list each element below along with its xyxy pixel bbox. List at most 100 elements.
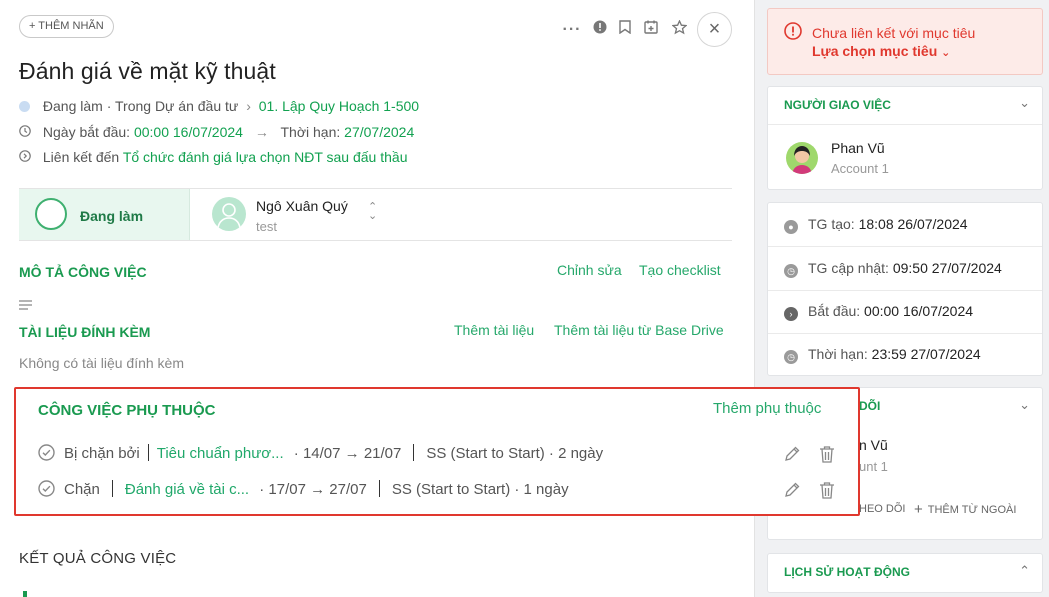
- assigner-name: Phan Vũ: [831, 140, 885, 156]
- time-info-card: ● TG tạo: 18:08 26/07/2024 ◷ TG cập nhật: …: [767, 202, 1043, 376]
- follow-button[interactable]: HEO DÕI: [859, 503, 905, 515]
- separator: [413, 444, 415, 461]
- dependency-dates: · 17/07 → 27/07: [259, 481, 367, 498]
- status-dot-icon: [19, 100, 33, 114]
- linked-task-link[interactable]: Tổ chức đánh giá lựa chọn NĐT sau đấu th…: [123, 149, 408, 165]
- assignee-select-icon[interactable]: ⌃ ⌄: [368, 202, 377, 222]
- dependencies-title: CÔNG VIỆC PHỤ THUỘC: [38, 402, 216, 419]
- divider: [19, 240, 732, 241]
- updated-row: ◷ TG cập nhật: 09:50 27/07/2024: [784, 260, 1002, 278]
- start-value: 00:00 16/07/2024: [864, 303, 974, 319]
- select-goal-link[interactable]: Lựa chọn mục tiêu ⌄: [812, 43, 950, 59]
- dates-row: Ngày bắt đầu: 00:00 16/07/2024 → Thời hạ…: [19, 124, 414, 140]
- dependency-task-link[interactable]: Đánh giá về tài c...: [125, 481, 249, 498]
- deadline-label: Thời hạn:: [280, 124, 341, 140]
- history-card: LỊCH SỬ HOẠT ĐỘNG ⌃: [767, 553, 1043, 593]
- chevron-down-icon[interactable]: ⌄: [1019, 95, 1030, 111]
- text-lines-icon: [19, 297, 33, 315]
- edit-icon[interactable]: [783, 445, 801, 468]
- status-project-text: Đang làm · Trong Dự án đầu tư: [42, 98, 239, 114]
- clock-icon: [19, 125, 33, 140]
- deadline-value[interactable]: 27/07/2024: [344, 124, 414, 140]
- history-title: LỊCH SỬ HOẠT ĐỘNG: [784, 565, 910, 579]
- attachments-title: TÀI LIỆU ĐÍNH KÈM: [19, 324, 151, 340]
- divider: [768, 333, 1042, 334]
- add-external-button[interactable]: + THÊM TỪ NGOÀI: [914, 501, 1016, 518]
- status-circle-icon[interactable]: [35, 198, 67, 230]
- separator: [111, 480, 113, 497]
- status-project-row: Đang làm · Trong Dự án đầu tư › 01. Lập …: [19, 98, 419, 114]
- trash-icon[interactable]: [819, 445, 835, 468]
- edit-icon[interactable]: [783, 481, 801, 504]
- alert-icon[interactable]: [590, 20, 610, 40]
- dependency-row: Chặn Đánh giá về tài c... · 17/07 → 27/07…: [38, 480, 569, 498]
- dependency-type: SS (Start to Start) · 1 ngày: [391, 481, 569, 498]
- plus-icon: +: [29, 20, 36, 32]
- trash-icon[interactable]: [819, 481, 835, 504]
- add-external-text: THÊM TỪ NGOÀI: [927, 504, 1017, 516]
- divider: [768, 124, 1042, 125]
- dependency-relation: Chặn: [64, 481, 100, 498]
- goal-warning-card: Chưa liên kết với mục tiêu Lựa chọn mục …: [767, 8, 1043, 75]
- start-date-value[interactable]: 00:00 16/07/2024: [134, 124, 243, 140]
- dependency-type: SS (Start to Start) · 2 ngày: [426, 445, 604, 462]
- follower-name: n Vũ: [859, 437, 888, 453]
- deadline-value-right: 23:59 27/07/2024: [871, 346, 981, 362]
- dependency-dates: · 14/07 → 21/07: [293, 445, 402, 462]
- user-icon: [217, 203, 241, 229]
- result-title: KẾT QUẢ CÔNG VIỆC: [19, 550, 177, 567]
- star-icon[interactable]: [669, 19, 689, 40]
- chevron-up-icon[interactable]: ⌃: [1019, 563, 1030, 579]
- play-circle-icon: ›: [784, 307, 798, 321]
- divider: [768, 290, 1042, 291]
- assigner-avatar: [786, 142, 818, 174]
- chevron-right-icon: ›: [246, 98, 251, 114]
- add-label-text: THÊM NHÃN: [38, 20, 104, 32]
- start-date-label: Ngày bắt đầu:: [42, 124, 131, 140]
- clock-icon: ◷: [784, 350, 798, 364]
- assigner-account: Account 1: [831, 161, 889, 176]
- dependency-relation: Bị chặn bởi: [64, 445, 140, 462]
- project-link[interactable]: 01. Lập Quy Hoạch 1-500: [259, 98, 419, 114]
- follower-account: unt 1: [859, 459, 888, 474]
- status-label: Đang làm: [80, 208, 144, 224]
- goal-warning-text: Chưa liên kết với mục tiêu: [812, 25, 976, 41]
- link-circle-icon: [19, 150, 33, 165]
- separator: [378, 480, 380, 497]
- linked-row: Liên kết đến Tổ chức đánh giá lựa chọn N…: [19, 149, 407, 165]
- chevron-down-icon[interactable]: ⌄: [1019, 397, 1030, 413]
- assigner-title: NGƯỜI GIAO VIỆC: [784, 98, 891, 112]
- close-button[interactable]: ×: [697, 12, 732, 47]
- user-circle-icon: ●: [784, 220, 798, 234]
- clock-icon: ◷: [784, 264, 798, 278]
- assignee-account: test: [256, 219, 277, 234]
- plus-icon: +: [914, 501, 923, 518]
- assignee-avatar: [212, 197, 246, 231]
- dependency-task-link[interactable]: Tiêu chuẩn phươ...: [157, 445, 284, 462]
- close-icon: ×: [708, 18, 721, 40]
- updated-value: 09:50 27/07/2024: [892, 260, 1002, 276]
- deadline-row: ◷ Thời hạn: 23:59 27/07/2024: [784, 346, 981, 364]
- check-circle-icon: [38, 480, 64, 498]
- bookmark-icon[interactable]: [615, 20, 635, 40]
- assignee-name: Ngô Xuân Quý: [256, 198, 348, 214]
- add-attachment-button[interactable]: Thêm tài liệu: [454, 322, 534, 338]
- start-row: › Bắt đầu: 00:00 16/07/2024: [784, 303, 973, 321]
- description-title: MÔ TẢ CÔNG VIỆC: [19, 264, 147, 280]
- check-circle-icon: [38, 444, 64, 462]
- create-checklist-button[interactable]: Tạo checklist: [639, 262, 721, 278]
- no-attachment-text: Không có tài liệu đính kèm: [19, 355, 184, 371]
- calendar-add-icon[interactable]: [641, 20, 661, 40]
- created-row: ● TG tạo: 18:08 26/07/2024: [784, 216, 968, 234]
- arrow-right-icon: →: [254, 124, 269, 140]
- dependency-row: Bị chặn bởi Tiêu chuẩn phươ... · 14/07 → …: [38, 444, 603, 462]
- separator: [147, 444, 149, 461]
- dependencies-panel: CÔNG VIỆC PHỤ THUỘC Thêm phụ thuộc Bị ch…: [14, 387, 860, 516]
- more-icon[interactable]: ···: [562, 20, 582, 40]
- add-dependency-button[interactable]: Thêm phụ thuộc: [713, 400, 821, 417]
- edit-description-button[interactable]: Chỉnh sửa: [557, 262, 622, 278]
- add-label-button[interactable]: + THÊM NHÃN: [19, 15, 114, 38]
- select-goal-text: Lựa chọn mục tiêu: [812, 43, 938, 59]
- add-drive-attachment-button[interactable]: Thêm tài liệu từ Base Drive: [554, 322, 724, 338]
- task-title: Đánh giá về mặt kỹ thuật: [19, 58, 276, 84]
